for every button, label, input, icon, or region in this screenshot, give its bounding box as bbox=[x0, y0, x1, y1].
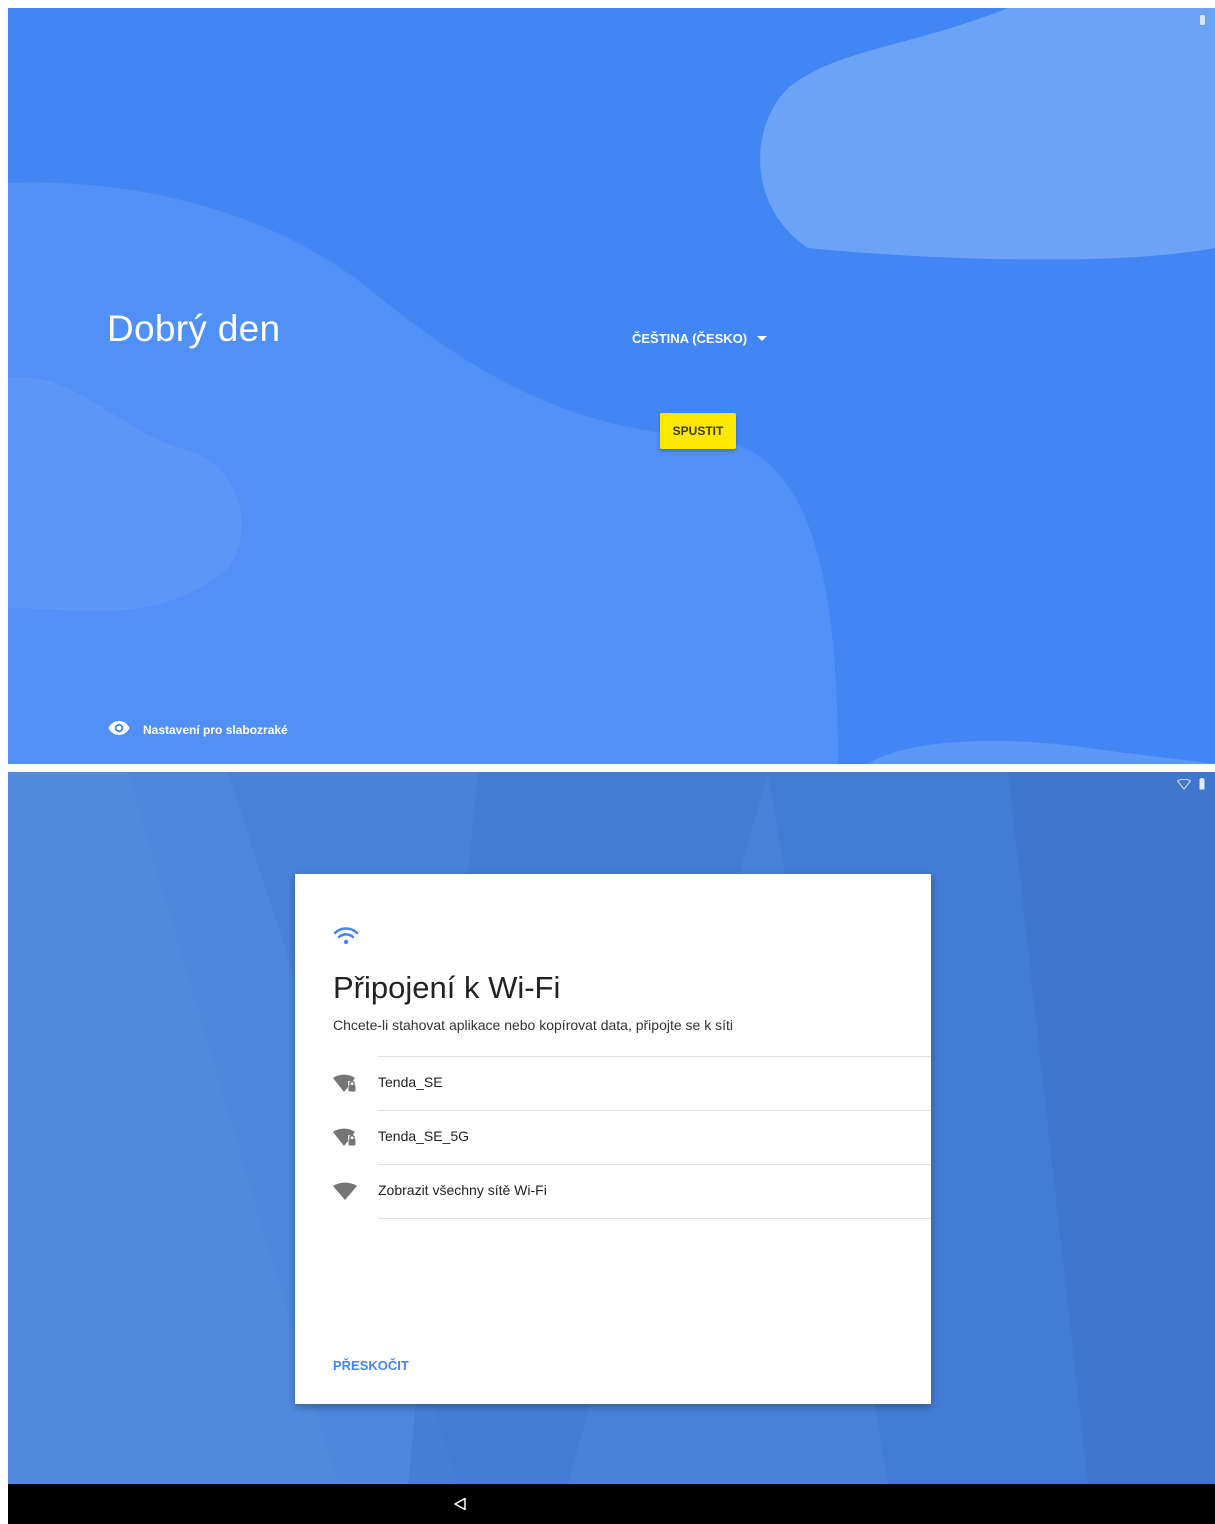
vision-settings-link[interactable]: Nastavení pro slabozraké bbox=[108, 720, 288, 739]
wifi-icon bbox=[333, 1182, 357, 1207]
status-bar bbox=[1176, 777, 1205, 795]
skip-button[interactable]: PŘESKOČIT bbox=[333, 1358, 409, 1373]
navigation-bar bbox=[8, 1484, 1215, 1524]
eye-icon bbox=[108, 720, 130, 739]
welcome-background bbox=[8, 8, 1215, 764]
page-title: Dobrý den bbox=[107, 308, 281, 349]
wifi-icon bbox=[333, 926, 359, 951]
chevron-down-icon bbox=[757, 336, 768, 341]
welcome-screen: Dobrý den ČEŠTINA (ČESKO) SPUSTIT Nastav… bbox=[8, 8, 1215, 764]
start-button[interactable]: SPUSTIT bbox=[660, 413, 736, 449]
wifi-empty-icon bbox=[1176, 777, 1192, 795]
battery-icon bbox=[1199, 777, 1205, 795]
divider bbox=[378, 1218, 931, 1219]
network-item[interactable]: Tenda_SE_5G bbox=[295, 1110, 931, 1164]
network-list: Tenda_SE Tenda_SE_5G Zobrazit všechny sí… bbox=[295, 1056, 931, 1219]
show-all-networks-label: Zobrazit všechny sítě Wi-Fi bbox=[378, 1182, 547, 1198]
divider bbox=[378, 1164, 931, 1165]
network-name: Tenda_SE_5G bbox=[378, 1128, 470, 1144]
page-subtitle: Chcete-li stahovat aplikace nebo kopírov… bbox=[333, 1017, 733, 1033]
wifi-lock-icon bbox=[333, 1128, 357, 1153]
page-title: Připojení k Wi-Fi bbox=[333, 970, 561, 1005]
back-icon[interactable] bbox=[453, 1497, 467, 1516]
language-select-label: ČEŠTINA (ČESKO) bbox=[632, 331, 748, 346]
vision-settings-label: Nastavení pro slabozraké bbox=[143, 722, 288, 737]
wifi-card: Připojení k Wi-Fi Chcete-li stahovat apl… bbox=[295, 874, 931, 1404]
wifi-lock-icon bbox=[333, 1074, 357, 1099]
show-all-networks-item[interactable]: Zobrazit všechny sítě Wi-Fi bbox=[295, 1164, 931, 1218]
network-name: Tenda_SE bbox=[378, 1074, 443, 1090]
wifi-screen: Připojení k Wi-Fi Chcete-li stahovat apl… bbox=[8, 772, 1215, 1484]
divider bbox=[378, 1056, 931, 1057]
language-select[interactable]: ČEŠTINA (ČESKO) bbox=[632, 331, 768, 346]
battery-icon bbox=[1200, 15, 1205, 25]
network-item[interactable]: Tenda_SE bbox=[295, 1056, 931, 1110]
divider bbox=[378, 1110, 931, 1111]
